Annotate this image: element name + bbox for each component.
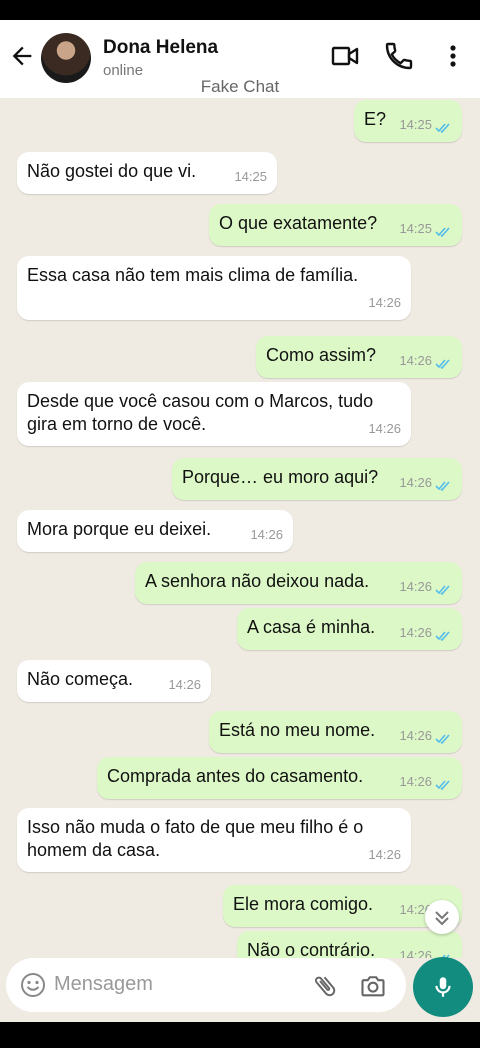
incoming-message[interactable]: Mora porque eu deixei. 14:26 xyxy=(17,510,293,552)
message-text: Não gostei do que vi. xyxy=(27,161,197,181)
outgoing-message[interactable]: A casa é minha. 14:26 xyxy=(237,608,462,650)
chat-screen: Dona Helena online Fake Chat E? 14:25 Não … xyxy=(0,20,480,1022)
message-text: Isso não muda o fato de que meu filho é … xyxy=(27,817,364,860)
message-composer[interactable]: Mensagem xyxy=(6,958,406,1012)
message-text: Desde que você casou com o Marcos, tudo … xyxy=(27,391,374,434)
message-time: 14:25 xyxy=(399,221,432,236)
more-vert-icon[interactable] xyxy=(437,40,469,72)
read-ticks-icon xyxy=(435,631,450,642)
message-time: 14:26 xyxy=(368,421,401,436)
outgoing-message[interactable]: Como assim? 14:26 xyxy=(256,336,462,378)
message-text: Como assim? xyxy=(266,345,377,365)
scroll-down-icon[interactable] xyxy=(425,900,459,934)
message-text: Comprada antes do casamento. xyxy=(107,766,364,786)
message-text: Porque… eu moro aqui? xyxy=(182,467,379,487)
read-ticks-icon xyxy=(435,227,450,238)
incoming-message[interactable]: Não começa. 14:26 xyxy=(17,660,211,702)
emoji-icon[interactable] xyxy=(20,972,46,998)
message-text: O que exatamente? xyxy=(219,213,378,233)
incoming-message[interactable]: Isso não muda o fato de que meu filho é … xyxy=(17,808,411,872)
read-ticks-icon xyxy=(435,734,450,745)
outgoing-message[interactable]: Comprada antes do casamento. 14:26 xyxy=(97,757,462,799)
message-text: E? xyxy=(364,109,387,129)
read-ticks-icon xyxy=(435,585,450,596)
message-time: 14:26 xyxy=(368,295,401,310)
outgoing-message[interactable]: A senhora não deixou nada. 14:26 xyxy=(135,562,462,604)
incoming-message[interactable]: Desde que você casou com o Marcos, tudo … xyxy=(17,382,411,446)
message-time: 14:25 xyxy=(399,117,432,132)
message-time: 14:26 xyxy=(399,948,432,958)
message-text: Essa casa não tem mais clima de família. xyxy=(27,265,359,285)
message-time: 14:26 xyxy=(399,728,432,743)
outgoing-message[interactable]: Está no meu nome. 14:26 xyxy=(209,711,462,753)
read-ticks-icon xyxy=(435,481,450,492)
message-list[interactable]: E? 14:25 Não gostei do que vi. 14:25 O que e… xyxy=(0,98,480,958)
message-text: Não começa. xyxy=(27,669,134,689)
message-text: A casa é minha. xyxy=(247,617,376,637)
video-call-icon[interactable] xyxy=(329,40,361,72)
outgoing-message[interactable]: E? 14:25 xyxy=(354,100,462,142)
message-time: 14:26 xyxy=(399,353,432,368)
mic-button[interactable] xyxy=(413,957,473,1017)
message-time: 14:26 xyxy=(250,527,283,542)
mic-icon xyxy=(435,977,451,997)
message-time: 14:25 xyxy=(234,169,267,184)
camera-icon[interactable] xyxy=(359,972,387,1000)
message-input[interactable]: Mensagem xyxy=(54,973,153,996)
incoming-message[interactable]: Essa casa não tem mais clima de família.… xyxy=(17,256,411,320)
outgoing-message[interactable]: Não o contrário. 14:26 xyxy=(237,931,462,958)
chat-header: Dona Helena online Fake Chat xyxy=(0,20,480,98)
message-text: Mora porque eu deixei. xyxy=(27,519,212,539)
back-arrow-icon[interactable] xyxy=(8,42,36,70)
message-text: Ele mora comigo. xyxy=(233,894,374,914)
message-text: Não o contrário. xyxy=(247,940,376,958)
message-text: Está no meu nome. xyxy=(219,720,376,740)
incoming-message[interactable]: Não gostei do que vi. 14:25 xyxy=(17,152,277,194)
read-ticks-icon xyxy=(435,359,450,370)
outgoing-message[interactable]: O que exatamente? 14:25 xyxy=(209,204,462,246)
read-ticks-icon xyxy=(435,780,450,791)
contact-name[interactable]: Dona Helena xyxy=(103,37,218,59)
watermark-text: Fake Chat xyxy=(200,77,280,96)
message-time: 14:26 xyxy=(399,774,432,789)
attach-icon[interactable] xyxy=(311,972,339,1000)
avatar[interactable] xyxy=(41,33,91,83)
phone-icon[interactable] xyxy=(383,40,415,72)
status-bar xyxy=(0,0,480,20)
read-ticks-icon xyxy=(435,123,450,134)
message-time: 14:26 xyxy=(168,677,201,692)
nav-bar xyxy=(0,1022,480,1048)
outgoing-message[interactable]: Porque… eu moro aqui? 14:26 xyxy=(172,458,462,500)
message-time: 14:26 xyxy=(399,475,432,490)
message-time: 14:26 xyxy=(399,625,432,640)
message-time: 14:26 xyxy=(368,847,401,862)
message-text: A senhora não deixou nada. xyxy=(145,571,370,591)
message-time: 14:26 xyxy=(399,579,432,594)
